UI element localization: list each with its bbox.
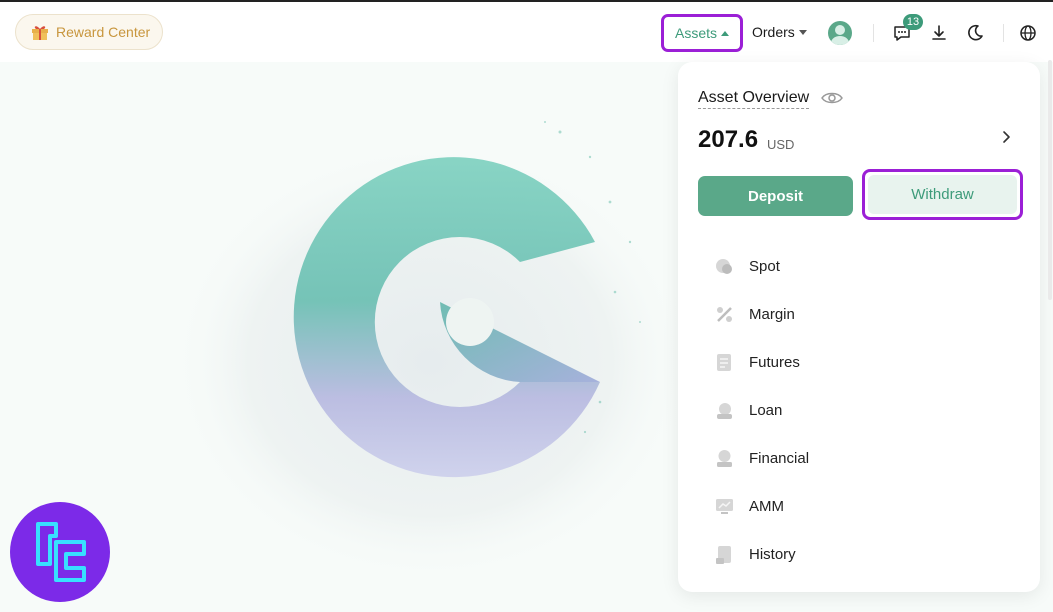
reward-center-label: Reward Center [56,24,151,40]
top-navigation-bar: Reward Center Assets Orders 13 [0,0,1053,62]
reward-center-button[interactable]: Reward Center [15,14,163,50]
margin-icon [714,304,735,325]
orders-label: Orders [752,24,795,40]
balance-currency: USD [767,137,795,152]
menu-item-loan[interactable]: Loan [714,386,1014,434]
caret-down-icon [798,29,807,35]
withdraw-button-highlight[interactable]: Withdraw [862,169,1023,220]
globe-icon[interactable] [1017,22,1039,44]
menu-item-history[interactable]: History [714,530,1014,578]
amm-icon [714,496,735,517]
menu-item-margin[interactable]: Margin [714,290,1014,338]
orders-menu-button[interactable]: Orders [752,24,807,40]
menu-item-label: Loan [749,401,783,419]
assets-label: Assets [674,25,717,41]
futures-icon [714,352,735,373]
menu-item-amm[interactable]: AMM [714,482,1014,530]
history-icon [714,544,735,565]
chevron-right-icon[interactable] [1000,130,1012,144]
divider [1003,24,1004,42]
gift-icon [32,26,48,40]
menu-item-label: Futures [749,353,800,371]
assets-menu-button[interactable]: Assets [661,14,743,52]
deposit-button[interactable]: Deposit [698,176,853,216]
asset-account-list: Spot Margin Futures Loan Financial AMM H… [714,242,1014,578]
notification-count-badge: 13 [903,14,923,30]
financial-icon [714,448,735,469]
page-scrollbar[interactable] [1048,60,1052,300]
menu-item-label: Spot [749,257,780,275]
menu-item-label: AMM [749,497,784,515]
menu-item-label: Financial [749,449,810,467]
menu-item-financial[interactable]: Financial [714,434,1014,482]
menu-item-spot[interactable]: Spot [714,242,1014,290]
asset-overview-dropdown: Asset Overview 207.6 USD Deposit Withdra… [678,62,1040,592]
total-balance-amount: 207.6 [698,126,759,153]
download-icon[interactable] [928,22,950,44]
user-avatar[interactable] [828,21,852,45]
menu-item-label: Margin [749,305,795,323]
divider [873,24,874,42]
moon-icon[interactable] [964,22,986,44]
withdraw-button[interactable]: Withdraw [868,175,1017,214]
menu-item-label: History [749,545,796,563]
spot-icon [714,256,735,277]
watermark-logo [10,502,110,602]
loan-icon [714,400,735,421]
menu-item-futures[interactable]: Futures [714,338,1014,386]
eye-icon[interactable] [821,90,843,106]
asset-overview-title[interactable]: Asset Overview [698,89,810,109]
caret-up-icon [721,30,729,36]
